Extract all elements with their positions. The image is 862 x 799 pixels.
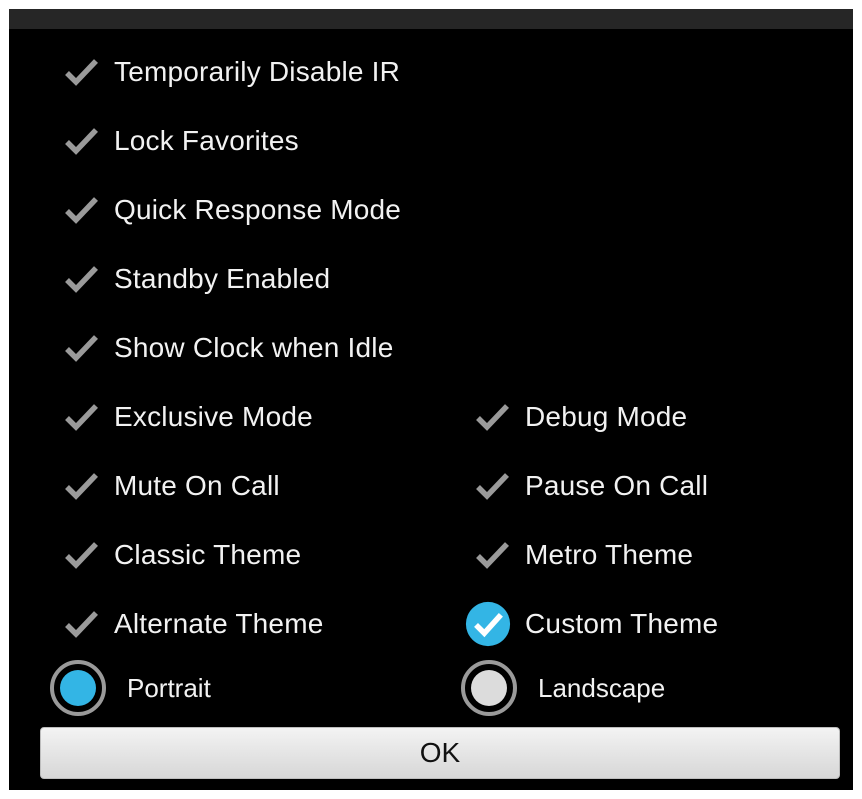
option-label: Custom Theme (525, 608, 719, 639)
radio-label: Portrait (127, 672, 211, 703)
dialog-top-bar (9, 9, 853, 29)
option-label: Metro Theme (525, 539, 694, 570)
checkmark-icon (469, 532, 515, 578)
ok-button[interactable]: OK (40, 727, 840, 779)
radio-portrait[interactable]: Portrait (49, 659, 211, 717)
option-mute-on-call[interactable]: Mute On Call (58, 462, 280, 510)
option-alternate-theme[interactable]: Alternate Theme (58, 600, 324, 648)
checkmark-icon (469, 394, 515, 440)
checkmark-icon (58, 601, 104, 647)
radio-selected-icon (50, 660, 106, 716)
option-label: Pause On Call (525, 470, 709, 501)
option-exclusive-mode[interactable]: Exclusive Mode (58, 393, 313, 441)
checkmark-icon (58, 463, 104, 509)
option-label: Debug Mode (525, 401, 688, 432)
radio-unselected-icon (461, 660, 517, 716)
option-label: Mute On Call (114, 470, 280, 501)
option-label: Standby Enabled (114, 263, 331, 294)
option-classic-theme[interactable]: Classic Theme (58, 531, 301, 579)
option-temporarily-disable-ir[interactable]: Temporarily Disable IR (58, 48, 400, 96)
checked-circle-icon (465, 601, 511, 647)
checkmark-icon (469, 463, 515, 509)
option-standby-enabled[interactable]: Standby Enabled (58, 255, 330, 303)
checkmark-icon (58, 325, 104, 371)
option-label: Exclusive Mode (114, 401, 313, 432)
option-label: Show Clock when Idle (114, 332, 394, 363)
checkmark-icon (58, 49, 104, 95)
options-dialog: Temporarily Disable IR Lock Favorites Qu… (9, 9, 853, 790)
option-label: Classic Theme (114, 539, 302, 570)
option-debug-mode[interactable]: Debug Mode (469, 393, 687, 441)
option-metro-theme[interactable]: Metro Theme (469, 531, 693, 579)
checkmark-icon (58, 256, 104, 302)
checkmark-icon (58, 394, 104, 440)
option-label: Temporarily Disable IR (114, 56, 401, 87)
radio-label: Landscape (538, 672, 666, 703)
checkmark-icon (58, 532, 104, 578)
option-label: Quick Response Mode (114, 194, 402, 225)
option-pause-on-call[interactable]: Pause On Call (469, 462, 708, 510)
checkmark-icon (58, 118, 104, 164)
option-label: Lock Favorites (114, 125, 299, 156)
option-label: Alternate Theme (114, 608, 324, 639)
option-lock-favorites[interactable]: Lock Favorites (58, 117, 299, 165)
radio-landscape[interactable]: Landscape (460, 659, 665, 717)
option-quick-response-mode[interactable]: Quick Response Mode (58, 186, 401, 234)
option-custom-theme[interactable]: Custom Theme (465, 600, 718, 648)
checkmark-icon (58, 187, 104, 233)
option-show-clock-when-idle[interactable]: Show Clock when Idle (58, 324, 393, 372)
